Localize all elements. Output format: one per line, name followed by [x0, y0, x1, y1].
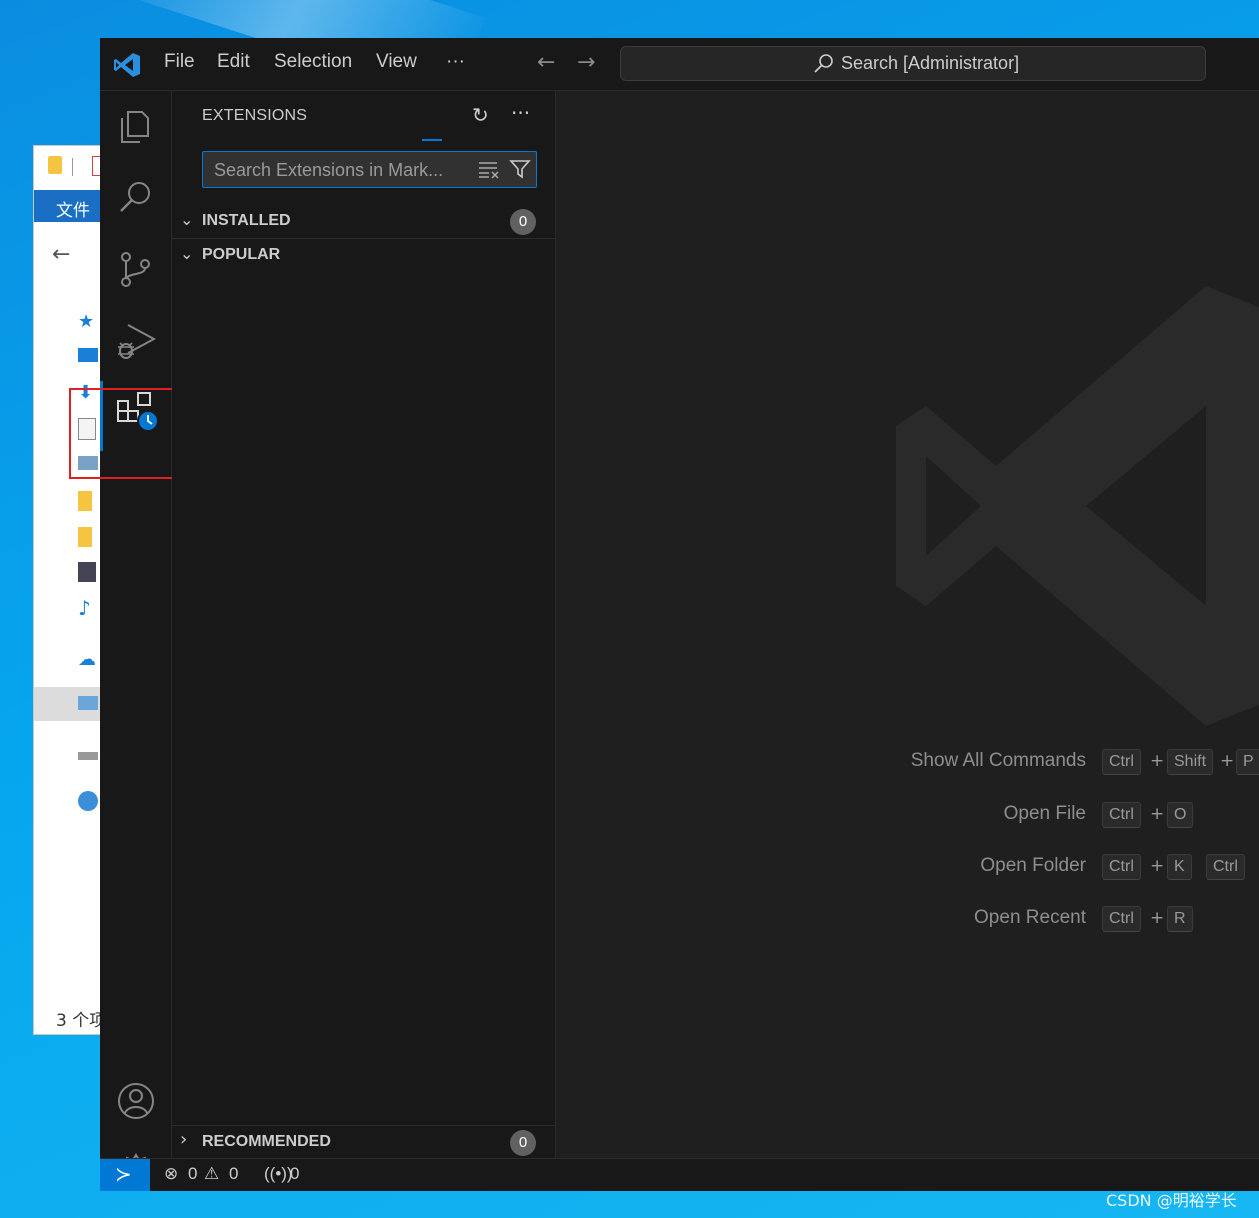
warning-count[interactable]: 0 — [229, 1164, 238, 1184]
quick-access-star-icon[interactable]: ★ — [78, 311, 98, 332]
menu-more[interactable]: ··· — [446, 51, 465, 73]
popular-section-header[interactable]: ⌄ POPULAR — [172, 238, 555, 272]
csdn-watermark: CSDN @明裕学长 — [1106, 1191, 1237, 1210]
menu-view[interactable]: View — [376, 51, 417, 73]
recommended-count-badge: 0 — [510, 1130, 536, 1156]
remote-icon: ≻ — [115, 1162, 132, 1186]
shortcut-label: Open Recent — [974, 907, 1086, 928]
onedrive-cloud-icon[interactable]: ☁ — [78, 649, 98, 670]
key-ctrl: Ctrl — [1102, 854, 1141, 880]
activity-bar — [69, 91, 178, 1189]
annotation-highlight-box — [69, 388, 178, 479]
key-r: R — [1167, 906, 1193, 932]
chevron-down-icon: ⌄ — [180, 244, 194, 263]
editor-empty-area: Show All Commands Ctrl + Shift + P Open … — [556, 91, 1259, 1158]
chevron-down-icon: ⌄ — [180, 210, 194, 229]
folder-icon — [48, 156, 62, 174]
key-k: K — [1167, 854, 1192, 880]
folder-icon[interactable] — [78, 491, 92, 511]
shortcut-label: Open Folder — [980, 855, 1086, 876]
vscode-logo-icon — [114, 53, 140, 77]
progress-indicator — [422, 139, 442, 141]
forward-arrow-icon[interactable]: → — [577, 50, 595, 75]
files-icon — [121, 111, 149, 143]
this-pc-icon[interactable] — [78, 696, 98, 710]
explorer-activity-button[interactable] — [100, 91, 171, 161]
desktop-icon[interactable] — [78, 348, 98, 362]
key-p: P — [1236, 749, 1259, 775]
installed-label: INSTALLED — [202, 212, 291, 229]
menu-edit[interactable]: Edit — [217, 51, 250, 73]
back-arrow-icon[interactable]: ← — [537, 50, 555, 75]
shortcut-open-recent[interactable]: Open Recent Ctrl + R — [556, 906, 1259, 936]
filter-icon[interactable] — [509, 158, 531, 180]
extensions-search-box[interactable] — [202, 151, 537, 188]
ports-count[interactable]: 0 — [290, 1164, 299, 1184]
warning-icon[interactable]: ⚠ — [204, 1164, 219, 1184]
recommended-label: RECOMMENDED — [202, 1133, 331, 1150]
installed-section-header[interactable]: ⌄ INSTALLED 0 — [172, 205, 555, 238]
chevron-right-icon: › — [180, 1129, 188, 1150]
shortcut-label: Show All Commands — [910, 750, 1086, 771]
network-icon[interactable] — [78, 791, 98, 811]
shortcut-open-file[interactable]: Open File Ctrl + O — [556, 802, 1259, 832]
plus-sign: + — [1220, 751, 1235, 771]
vscode-watermark-logo — [896, 286, 1259, 726]
music-icon[interactable]: ♪ — [78, 596, 98, 620]
plus-sign: + — [1150, 751, 1165, 771]
key-ctrl: Ctrl — [1206, 854, 1245, 880]
installed-count-badge: 0 — [510, 209, 536, 235]
back-arrow-icon[interactable]: ← — [52, 242, 70, 267]
shortcut-show-all-commands[interactable]: Show All Commands Ctrl + Shift + P — [556, 749, 1259, 779]
separator — [72, 158, 73, 176]
search-icon — [120, 182, 150, 212]
command-center-label: Search [Administrator] — [841, 53, 1020, 73]
menu-selection[interactable]: Selection — [274, 51, 352, 73]
plus-sign: + — [1150, 856, 1165, 876]
explorer-status: 3 个项 — [56, 1011, 107, 1031]
shortcut-label: Open File — [1003, 803, 1086, 824]
folder-icon[interactable] — [78, 527, 92, 547]
key-shift: Shift — [1167, 749, 1214, 775]
refresh-icon[interactable]: ↻ — [472, 103, 489, 127]
plus-sign: + — [1150, 804, 1165, 824]
key-ctrl: Ctrl — [1102, 749, 1141, 775]
status-bar: ≻ ⊗ 0 ⚠ 0 ((•)) 0 — [100, 1158, 1259, 1191]
error-count[interactable]: 0 — [188, 1164, 197, 1184]
ports-broadcast-icon[interactable]: ((•)) — [264, 1164, 293, 1184]
title-bar: File Edit Selection View ··· ← → Search … — [100, 38, 1259, 91]
command-center-search[interactable]: Search [Administrator] — [620, 46, 1206, 81]
remote-indicator-button[interactable]: ≻ — [100, 1159, 150, 1191]
sidebar-title: EXTENSIONS — [202, 107, 308, 124]
key-ctrl: Ctrl — [1102, 906, 1141, 932]
key-o: O — [1167, 802, 1194, 828]
search-activity-button[interactable] — [100, 162, 171, 232]
vscode-window: File Edit Selection View ··· ← → Search … — [69, 38, 1259, 1191]
search-icon — [814, 54, 833, 73]
plus-sign: + — [1150, 908, 1165, 928]
extensions-search-input[interactable] — [212, 156, 476, 184]
more-actions-icon[interactable]: ··· — [511, 101, 530, 125]
error-icon[interactable]: ⊗ — [164, 1164, 178, 1184]
ribbon-tab-file[interactable]: 文件 — [56, 196, 90, 221]
clear-filter-icon[interactable] — [477, 158, 501, 180]
menu-file[interactable]: File — [164, 51, 195, 73]
shortcut-open-folder[interactable]: Open Folder Ctrl + K Ctrl — [556, 854, 1259, 884]
source-control-icon — [121, 252, 150, 287]
accounts-activity-button[interactable] — [100, 1066, 171, 1136]
source-control-activity-button[interactable] — [100, 234, 171, 304]
key-ctrl: Ctrl — [1102, 802, 1141, 828]
drive-icon[interactable] — [78, 752, 98, 760]
videos-icon[interactable] — [78, 562, 96, 582]
popular-label: POPULAR — [202, 246, 281, 263]
run-debug-icon — [118, 324, 157, 359]
account-icon — [118, 1083, 154, 1119]
extensions-sidebar: EXTENSIONS ↻ ··· ⌄ INSTALLED 0 ⌄ POPULAR… — [172, 91, 556, 1158]
run-debug-activity-button[interactable] — [100, 306, 171, 376]
recommended-section-header[interactable]: › RECOMMENDED 0 — [172, 1125, 555, 1159]
